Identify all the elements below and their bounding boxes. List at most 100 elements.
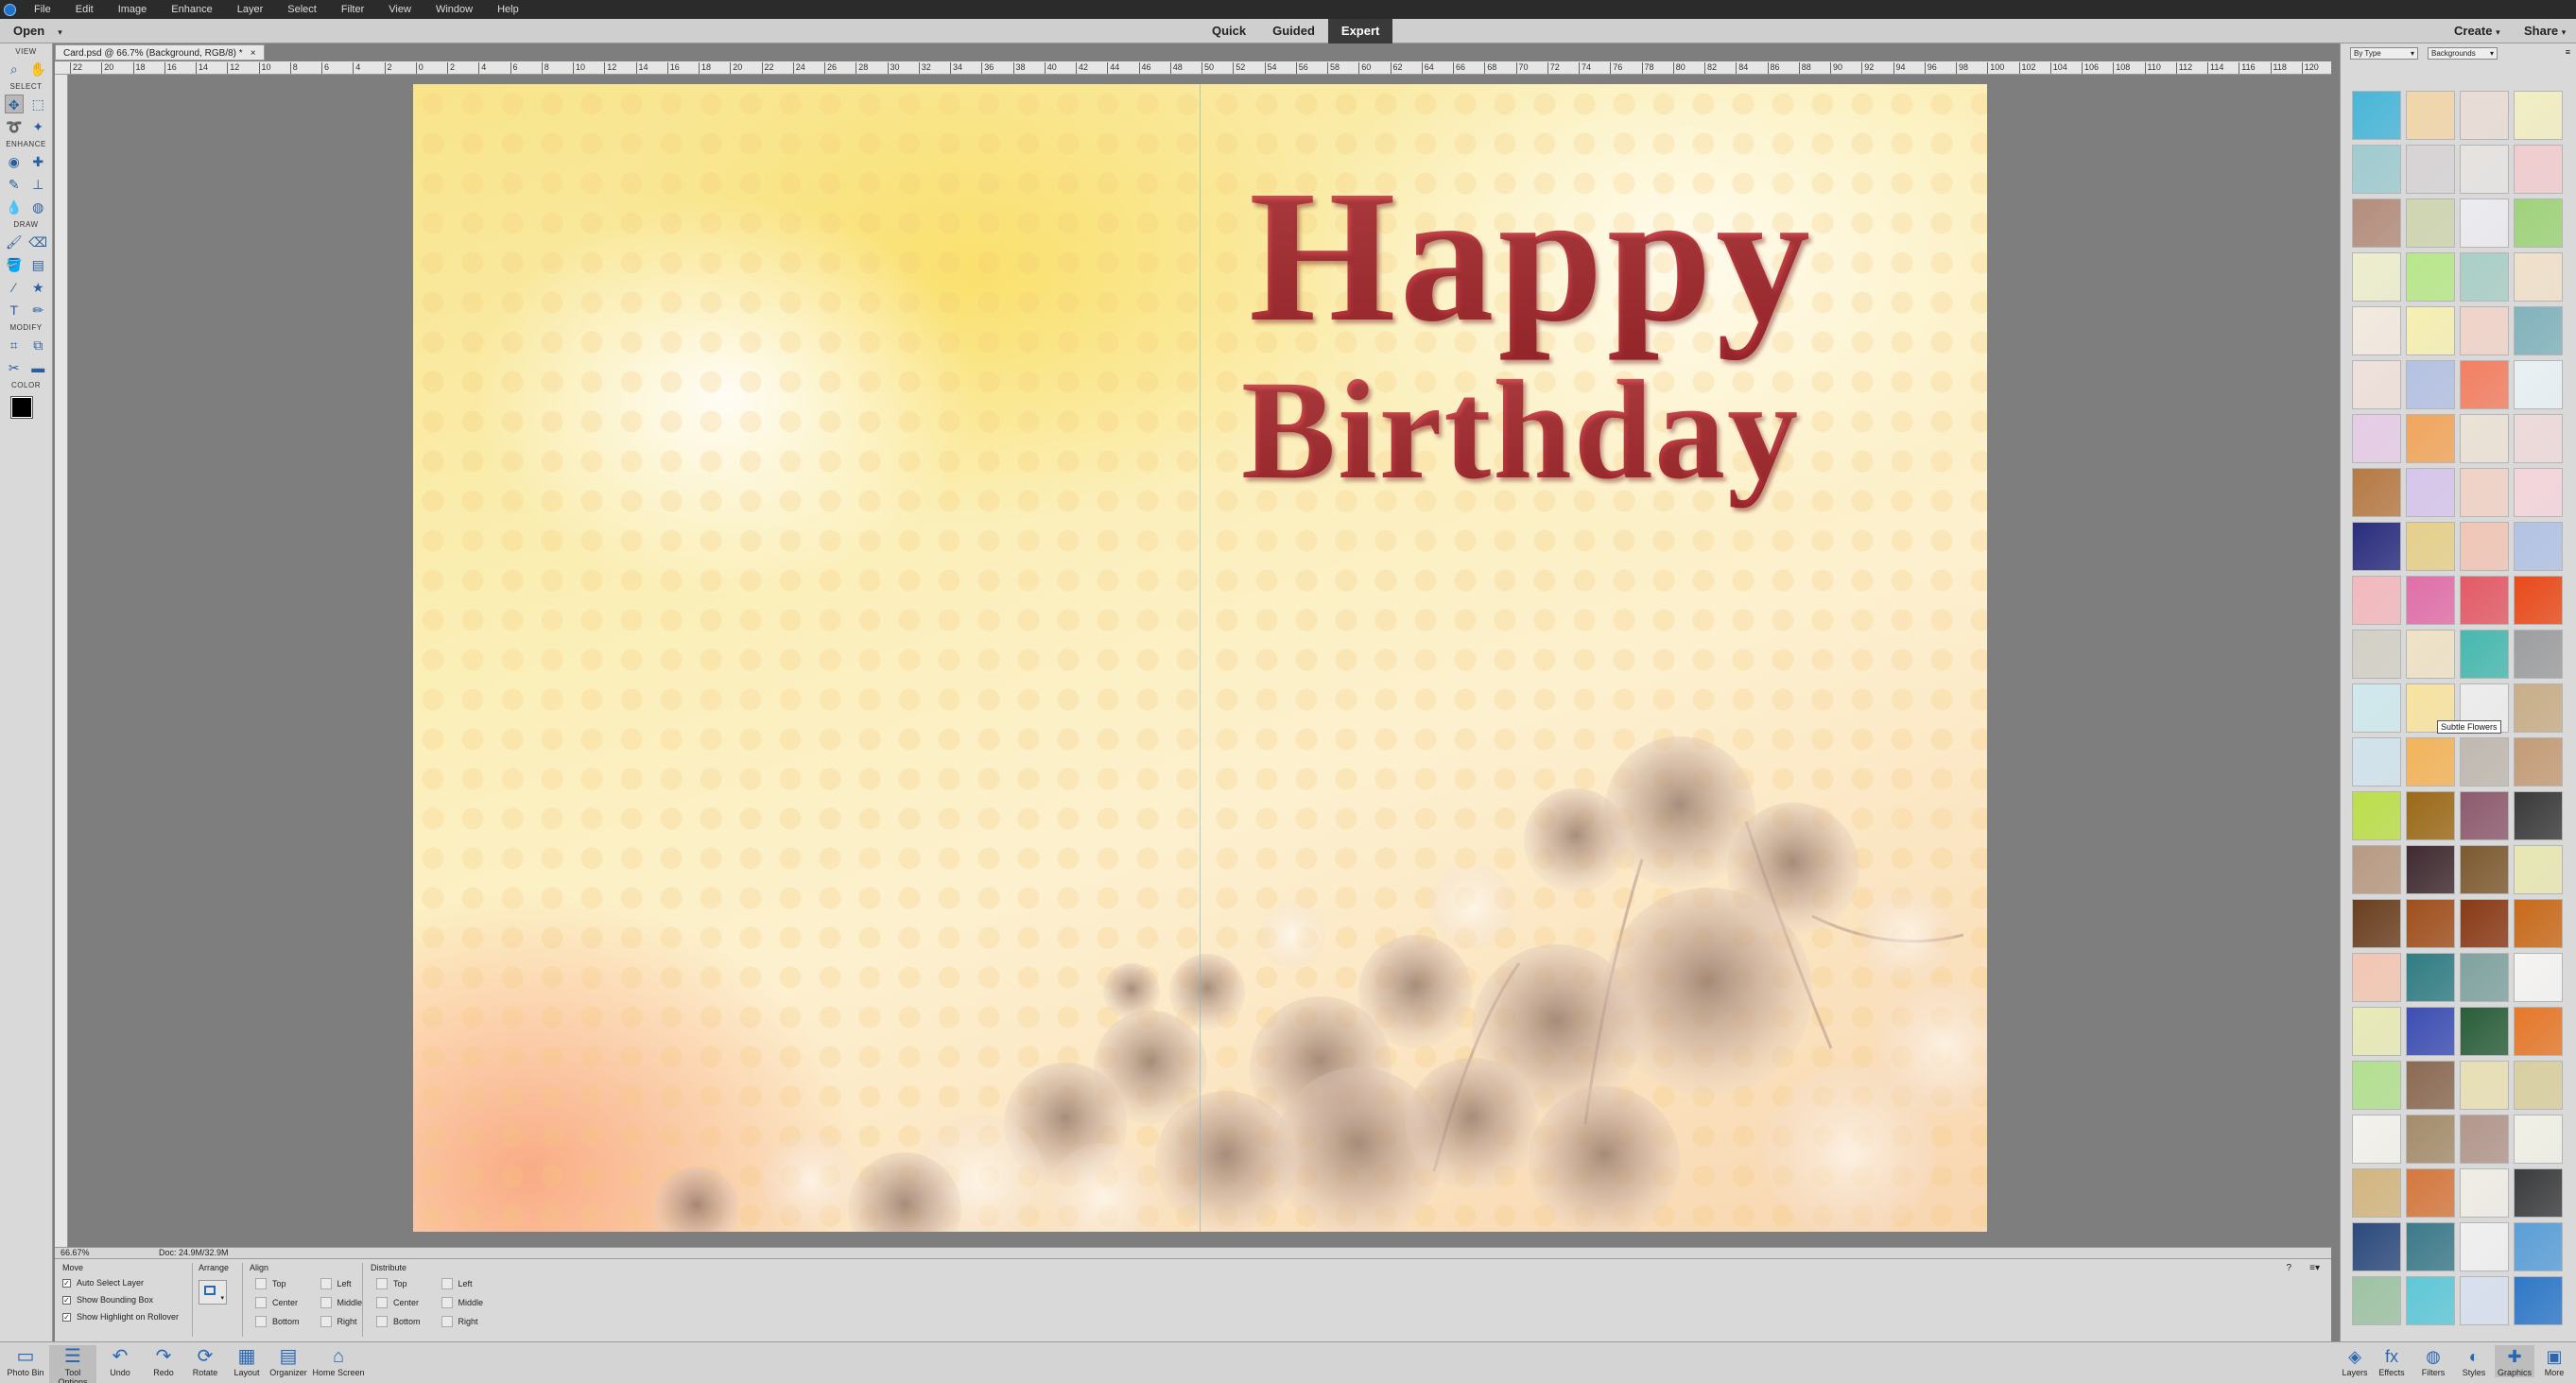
background-thumbnail[interactable] xyxy=(2352,953,2401,1002)
card-title-birthday[interactable]: Birthday xyxy=(1241,349,1800,511)
tab-expert[interactable]: Expert xyxy=(1327,19,1393,43)
background-thumbnail[interactable] xyxy=(2460,791,2509,840)
background-thumbnail[interactable] xyxy=(2352,791,2401,840)
background-thumbnail[interactable] xyxy=(2352,683,2401,733)
straighten-tool-icon[interactable]: ▬ xyxy=(28,358,47,377)
distribute-top-button[interactable]: Top xyxy=(376,1278,421,1289)
background-thumbnail[interactable] xyxy=(2460,1115,2509,1164)
rotate-button[interactable]: ⟳ Rotate xyxy=(182,1345,229,1377)
graphics-button[interactable]: ✚ Graphics xyxy=(2495,1345,2534,1377)
background-thumbnail[interactable] xyxy=(2514,953,2563,1002)
background-thumbnail[interactable] xyxy=(2352,1276,2401,1325)
background-thumbnail[interactable] xyxy=(2460,91,2509,140)
create-button[interactable]: Create ▾ xyxy=(2454,24,2500,38)
panel-menu-icon[interactable]: ≡ xyxy=(2566,47,2570,57)
background-thumbnail[interactable] xyxy=(2406,252,2455,302)
background-thumbnail[interactable] xyxy=(2352,91,2401,140)
red-eye-tool-icon[interactable]: ◉ xyxy=(5,152,24,171)
background-thumbnail[interactable] xyxy=(2406,1276,2455,1325)
move-tool-icon[interactable]: ✥ xyxy=(4,95,24,113)
layout-button[interactable]: ▦ Layout xyxy=(223,1345,270,1377)
background-thumbnail[interactable] xyxy=(2514,414,2563,463)
color-swatches[interactable] xyxy=(6,395,46,433)
background-thumbnail[interactable] xyxy=(2514,1007,2563,1056)
canvas-area[interactable]: Happy Birthday xyxy=(68,75,2331,1247)
background-thumbnail[interactable] xyxy=(2352,252,2401,302)
background-thumbnail[interactable] xyxy=(2352,1115,2401,1164)
pencil-tool-icon[interactable]: ✏ xyxy=(28,301,47,320)
styles-button[interactable]: ◐ Styles xyxy=(2454,1345,2494,1377)
background-thumbnail[interactable] xyxy=(2352,1222,2401,1271)
show-highlight-checkbox[interactable]: ✓ Show Highlight on Rollover xyxy=(62,1312,179,1322)
background-thumbnail[interactable] xyxy=(2406,306,2455,355)
background-thumbnail[interactable] xyxy=(2514,306,2563,355)
zoom-tool-icon[interactable]: ⌕ xyxy=(5,60,24,78)
filter-type-dropdown[interactable]: By Type ▾ xyxy=(2350,47,2418,60)
tab-quick[interactable]: Quick xyxy=(1199,19,1259,43)
blur-tool-icon[interactable]: 💧 xyxy=(5,198,24,216)
background-thumbnail[interactable] xyxy=(2406,1222,2455,1271)
background-thumbnail[interactable] xyxy=(2460,252,2509,302)
background-thumbnail[interactable] xyxy=(2352,414,2401,463)
clone-stamp-tool-icon[interactable]: ⊥ xyxy=(28,175,47,194)
background-thumbnail[interactable] xyxy=(2406,468,2455,517)
background-thumbnail[interactable] xyxy=(2514,1115,2563,1164)
show-bounding-box-checkbox[interactable]: ✓ Show Bounding Box xyxy=(62,1295,179,1305)
distribute-left-button[interactable]: Left xyxy=(441,1278,484,1289)
background-thumbnail[interactable] xyxy=(2514,91,2563,140)
background-thumbnail[interactable] xyxy=(2406,145,2455,194)
background-thumbnail[interactable] xyxy=(2352,145,2401,194)
background-thumbnail[interactable] xyxy=(2514,199,2563,248)
background-thumbnail[interactable] xyxy=(2460,845,2509,894)
birthday-card-image[interactable]: Happy Birthday xyxy=(413,84,1987,1232)
open-button[interactable]: Open ▾ xyxy=(13,24,62,38)
eyedropper-tool-icon[interactable]: ⁄ xyxy=(5,278,24,297)
align-middle-button[interactable]: Middle xyxy=(320,1297,362,1308)
auto-select-layer-checkbox[interactable]: ✓ Auto Select Layer xyxy=(62,1278,179,1288)
align-top-button[interactable]: Top xyxy=(255,1278,300,1289)
background-thumbnail[interactable] xyxy=(2460,576,2509,625)
background-thumbnail[interactable] xyxy=(2460,1061,2509,1110)
background-thumbnail[interactable] xyxy=(2460,737,2509,787)
align-right-button[interactable]: Right xyxy=(320,1316,363,1327)
smart-brush-tool-icon[interactable]: ✎ xyxy=(5,175,24,194)
background-thumbnail[interactable] xyxy=(2460,199,2509,248)
background-thumbnail[interactable] xyxy=(2460,145,2509,194)
background-thumbnail[interactable] xyxy=(2514,737,2563,787)
background-thumbnail[interactable] xyxy=(2352,199,2401,248)
background-thumbnail[interactable] xyxy=(2460,468,2509,517)
background-thumbnail[interactable] xyxy=(2460,953,2509,1002)
arrange-dropdown[interactable]: ▾ xyxy=(199,1280,227,1305)
background-thumbnail[interactable] xyxy=(2514,1061,2563,1110)
background-thumbnail[interactable] xyxy=(2514,683,2563,733)
align-bottom-button[interactable]: Bottom xyxy=(255,1316,300,1327)
background-thumbnail[interactable] xyxy=(2406,91,2455,140)
background-thumbnail[interactable] xyxy=(2352,522,2401,571)
card-title-happy[interactable]: Happy xyxy=(1249,148,1814,365)
zoom-level[interactable]: 66.67% xyxy=(61,1248,90,1257)
more-button[interactable]: ▣ More xyxy=(2534,1345,2574,1377)
background-thumbnail[interactable] xyxy=(2514,522,2563,571)
background-thumbnail[interactable] xyxy=(2352,468,2401,517)
custom-shape-tool-icon[interactable]: ★ xyxy=(28,278,47,297)
align-center-button[interactable]: Center xyxy=(255,1297,300,1308)
redo-button[interactable]: ↷ Redo xyxy=(140,1345,187,1377)
background-thumbnail[interactable] xyxy=(2460,360,2509,409)
background-thumbnail[interactable] xyxy=(2460,306,2509,355)
panel-menu-icon[interactable]: ≡▾ xyxy=(2309,1263,2320,1273)
distribute-middle-button[interactable]: Middle xyxy=(441,1297,483,1308)
background-thumbnail[interactable] xyxy=(2352,306,2401,355)
paint-bucket-tool-icon[interactable]: 🪣 xyxy=(5,255,24,274)
filters-button[interactable]: ◍ Filters xyxy=(2413,1345,2453,1377)
background-thumbnail[interactable] xyxy=(2514,1222,2563,1271)
marquee-tool-icon[interactable]: ⬚ xyxy=(28,95,47,113)
menu-select[interactable]: Select xyxy=(272,4,326,15)
category-dropdown[interactable]: Backgrounds ▾ xyxy=(2428,47,2498,60)
background-thumbnail[interactable] xyxy=(2352,630,2401,679)
background-thumbnail[interactable] xyxy=(2406,791,2455,840)
background-thumbnail[interactable] xyxy=(2460,414,2509,463)
type-tool-icon[interactable]: T xyxy=(5,301,24,320)
background-thumbnail[interactable] xyxy=(2406,1007,2455,1056)
lasso-tool-icon[interactable]: ➰ xyxy=(5,117,24,136)
background-thumbnail[interactable] xyxy=(2406,630,2455,679)
